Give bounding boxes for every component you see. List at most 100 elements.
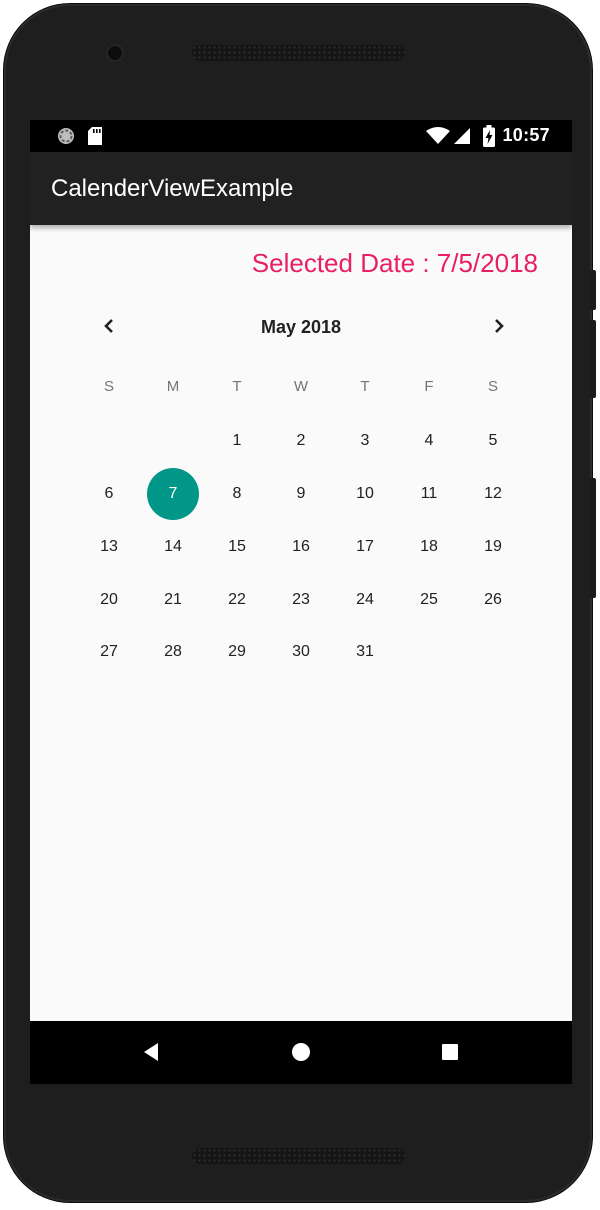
month-year-label: May 2018 <box>260 317 342 337</box>
calendar-day[interactable]: 25 <box>397 573 461 626</box>
calendar-day[interactable]: 8 <box>205 468 269 521</box>
calendar-day-number: 12 <box>484 485 502 503</box>
battery-charging-icon <box>483 125 495 152</box>
calendar-view: May 2018 S M T W T F S 1 2 3 4 5 6 7 8 9 10 11 12 13… <box>77 300 525 679</box>
calendar-day[interactable]: 11 <box>397 468 461 521</box>
navigation-bar <box>30 1021 572 1084</box>
calendar-blank-cell <box>141 415 205 468</box>
calendar-day-number: 24 <box>356 590 374 608</box>
calendar-day[interactable]: 17 <box>333 521 397 574</box>
calendar-day[interactable]: 24 <box>333 573 397 626</box>
weekday-label: W <box>293 378 309 395</box>
weekday-header-row: S M T W T F S <box>77 378 525 395</box>
calendar-day-number: 5 <box>488 432 498 450</box>
calendar-day[interactable]: 2 <box>269 415 333 468</box>
calendar-day[interactable]: 12 <box>461 468 525 521</box>
calendar-day-number: 1 <box>232 432 242 450</box>
weekday-label: T <box>232 378 242 395</box>
calendar-day[interactable]: 23 <box>269 573 333 626</box>
sd-card-icon <box>87 126 103 151</box>
volume-down-button <box>590 320 596 398</box>
weekday-label: M <box>166 378 180 395</box>
top-speaker <box>192 45 406 61</box>
calendar-day[interactable]: 9 <box>269 468 333 521</box>
calendar-day-number: 14 <box>164 537 182 555</box>
calendar-day[interactable]: 3 <box>333 415 397 468</box>
calendar-day[interactable]: 26 <box>461 573 525 626</box>
calendar-day-number: 16 <box>292 537 310 555</box>
next-month-button[interactable] <box>479 308 519 348</box>
calendar-day-number: 27 <box>100 643 118 661</box>
calendar-day[interactable]: 22 <box>205 573 269 626</box>
screen: 10:57 CalenderViewExample Selected Date … <box>30 120 572 1084</box>
calendar-day-number: 29 <box>228 643 246 661</box>
calendar-day-number: 8 <box>232 485 242 503</box>
calendar-day[interactable]: 5 <box>461 415 525 468</box>
calendar-day[interactable]: 28 <box>141 626 205 679</box>
calendar-day-number: 21 <box>164 590 182 608</box>
chevron-right-icon <box>492 318 506 339</box>
weekday-label: F <box>424 378 434 395</box>
calendar-day[interactable]: 18 <box>397 521 461 574</box>
calendar-day-number: 26 <box>484 590 502 608</box>
calendar-day[interactable]: 1 <box>205 415 269 468</box>
front-camera <box>108 46 122 60</box>
recents-icon[interactable] <box>441 1041 459 1068</box>
calendar-day-number: 30 <box>292 643 310 661</box>
status-time: 10:57 <box>502 125 550 145</box>
calendar-day[interactable]: 29 <box>205 626 269 679</box>
selected-date-label: Selected Date : 7/5/2018 <box>251 248 538 278</box>
calendar-day-number: 17 <box>356 537 374 555</box>
calendar-day-number: 22 <box>228 590 246 608</box>
cell-signal-icon <box>453 127 471 150</box>
calendar-day-number: 13 <box>100 537 118 555</box>
calendar-day[interactable]: 13 <box>77 521 141 574</box>
calendar-day-number: 4 <box>424 432 434 450</box>
calendar-day[interactable]: 4 <box>397 415 461 468</box>
calendar-blank-cell <box>77 415 141 468</box>
calendar-day-number: 31 <box>356 643 374 661</box>
status-bar: 10:57 <box>30 120 572 152</box>
calendar-day[interactable]: 27 <box>77 626 141 679</box>
weekday-label: S <box>103 378 114 395</box>
app-title: CalenderViewExample <box>51 175 294 202</box>
calendar-day[interactable]: 14 <box>141 521 205 574</box>
calendar-day[interactable]: 15 <box>205 521 269 574</box>
calendar-day-number: 20 <box>100 590 118 608</box>
phone-frame: 10:57 CalenderViewExample Selected Date … <box>4 4 596 1202</box>
calendar-day-number: 11 <box>420 485 438 503</box>
sync-icon <box>56 126 76 151</box>
calendar-day-number: 15 <box>228 537 246 555</box>
calendar-day-number: 18 <box>420 537 438 555</box>
weekday-label: S <box>487 378 498 395</box>
calendar-day[interactable]: 16 <box>269 521 333 574</box>
calendar-day-number: 23 <box>292 590 310 608</box>
calendar-day[interactable]: 19 <box>461 521 525 574</box>
calendar-day-number: 6 <box>104 485 114 503</box>
calendar-day-number: 3 <box>360 432 370 450</box>
calendar-day-number: 10 <box>356 485 374 503</box>
bottom-speaker <box>192 1148 406 1164</box>
calendar-day-selected[interactable]: 7 <box>141 468 205 521</box>
calendar-day-number: 7 <box>147 468 199 521</box>
calendar-day-number: 9 <box>296 485 306 503</box>
calendar-day[interactable]: 30 <box>269 626 333 679</box>
back-icon[interactable] <box>142 1041 160 1068</box>
calendar-header: May 2018 <box>77 300 525 354</box>
app-bar: CalenderViewExample <box>30 152 572 225</box>
calendar-day[interactable]: 31 <box>333 626 397 679</box>
calendar-day-number: 2 <box>296 432 306 450</box>
calendar-day[interactable]: 6 <box>77 468 141 521</box>
weekday-label: T <box>360 378 370 395</box>
volume-up-button <box>590 270 596 310</box>
calendar-day-number: 19 <box>484 537 502 555</box>
wifi-icon <box>426 127 450 150</box>
day-grid: 1 2 3 4 5 6 7 8 9 10 11 12 13 14 15 16 17 18 19 20 21 22 23 24 2… <box>77 415 525 679</box>
home-icon[interactable] <box>291 1041 311 1068</box>
calendar-day[interactable]: 21 <box>141 573 205 626</box>
calendar-day[interactable]: 20 <box>77 573 141 626</box>
calendar-day[interactable]: 10 <box>333 468 397 521</box>
power-button <box>590 478 596 598</box>
calendar-day-number: 25 <box>420 590 438 608</box>
calendar-day-number: 28 <box>164 643 182 661</box>
